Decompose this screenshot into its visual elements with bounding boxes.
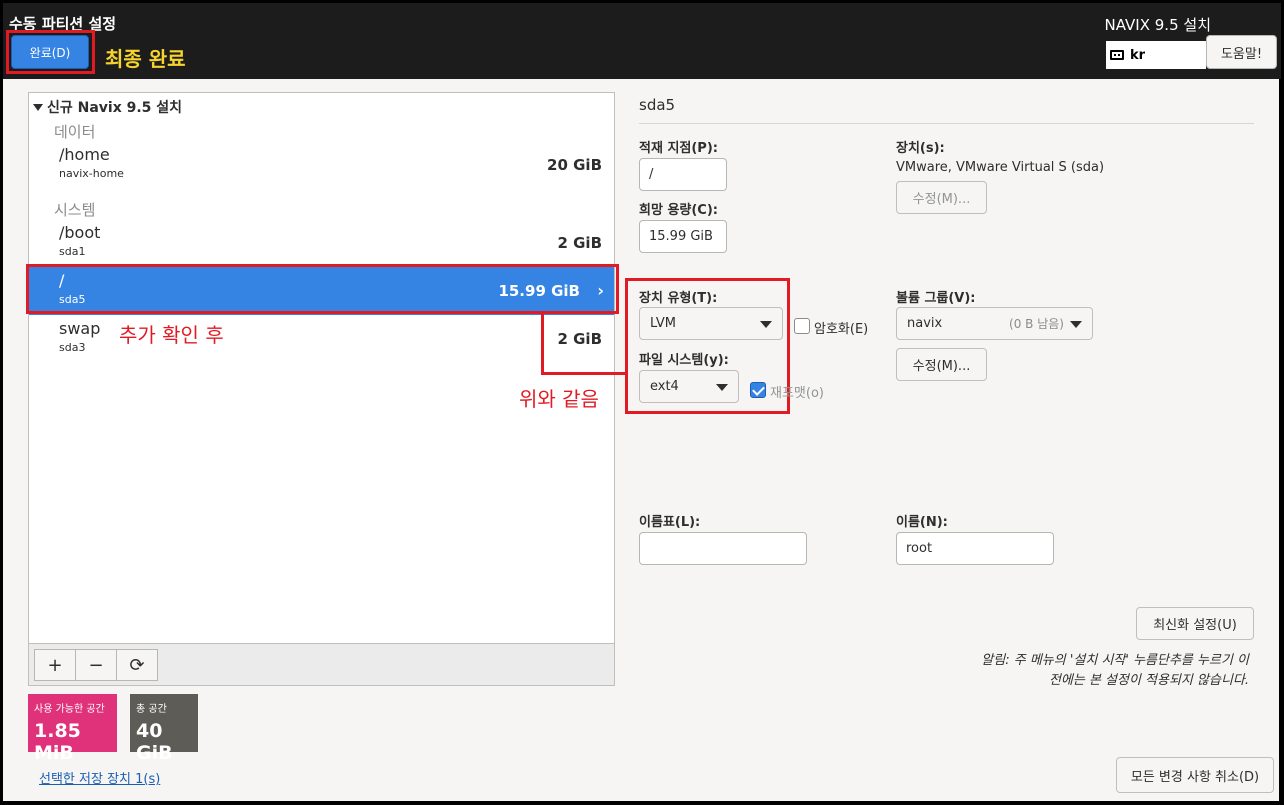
volume-group-modify-button[interactable]: 수정(M)... [896,348,987,381]
notice-line-2: 전에는 본 설정이 적용되지 않습니다. [1048,673,1249,688]
device-label: 장치(s): [896,141,945,156]
same-as-above-annotation: 위와 같음 [519,387,599,411]
keyboard-layout-label: kr [1130,47,1146,63]
dropdown-arrow-icon [1070,320,1082,328]
install-group-header[interactable]: 신규 Navix 9.5 설치 [33,97,182,117]
volume-group-free: (0 B 남음) [1009,317,1064,331]
mount-size: 2 GiB [557,330,602,348]
mount-point-label: 적재 지점(P): [639,141,718,156]
device-type-label: 장치 유형(T): [639,291,718,306]
update-settings-button[interactable]: 최신화 설정(U) [1136,607,1254,640]
divider [639,123,1254,124]
dropdown-arrow-icon [716,383,728,391]
mount-device: navix-home [59,167,124,180]
header-bar: 수동 파티션 설정 완료(D) 최종 완료 NAVIX 9.5 설치 kr 도움… [3,3,1281,79]
device-type-value: LVM [650,316,676,331]
annotation-line [541,372,627,375]
refresh-icon[interactable]: ⟳ [116,649,158,681]
file-system-label: 파일 시스템(y): [639,353,729,368]
encrypt-checkbox[interactable] [794,318,810,334]
after-add-annotation: 추가 확인 후 [119,323,224,347]
total-space-badge: 총 공간 40 GiB [130,694,198,764]
help-button[interactable]: 도움말! [1206,35,1277,69]
mount-name: swap [59,319,101,338]
mount-row-home[interactable]: /home navix-home 20 GiB [29,141,614,189]
device-modify-button[interactable]: 수정(M)... [896,181,987,214]
volume-group-value: navix [907,316,943,331]
remove-partition-button[interactable]: − [75,649,117,681]
device-value: VMware, VMware Virtual S (sda) [896,160,1105,175]
reset-all-button[interactable]: 모든 변경 사항 취소(D) [1116,757,1274,793]
desired-capacity-input[interactable]: 15.99 GiB [639,220,727,253]
encrypt-label: 암호화(E) [814,322,869,337]
install-group-title: 신규 Navix 9.5 설치 [47,100,183,116]
reformat-label: 재포맷(o) [770,386,824,401]
file-system-select[interactable]: ext4 [639,370,739,403]
expander-down-icon [33,103,43,111]
selected-row-highlight-box [26,264,619,314]
available-space-value: 1.85 MiB [34,720,81,764]
mount-size: 2 GiB [557,234,602,252]
done-highlight-box [6,30,95,74]
notice-line-1: 알림: 주 메뉴의 '설치 시작' 누름단추를 누르기 이 [981,653,1249,668]
mount-size: 20 GiB [547,156,602,174]
mount-device: sda3 [59,341,86,354]
available-space-badge: 사용 가능한 공간 1.85 MiB [28,694,117,764]
mount-name: /home [59,145,110,164]
final-complete-annotation: 최종 완료 [105,47,186,71]
mount-device: sda1 [59,245,86,258]
section-system-label: 시스템 [54,201,96,219]
mount-point-input[interactable]: / [639,158,727,191]
name-field-label: 이름(N): [896,515,948,530]
mount-row-swap[interactable]: swap sda3 2 GiB [29,315,614,363]
section-data-label: 데이터 [54,123,96,141]
add-partition-button[interactable]: + [34,649,76,681]
device-type-select[interactable]: LVM [639,307,783,340]
reformat-checkbox[interactable] [750,382,766,398]
mount-row-boot[interactable]: /boot sda1 2 GiB [29,219,614,267]
desired-capacity-label: 희망 용량(C): [639,203,718,218]
volume-group-select[interactable]: navix (0 B 남음) [896,307,1093,340]
dropdown-arrow-icon [760,320,772,328]
keyboard-icon [1110,50,1124,60]
mount-name: /boot [59,223,101,242]
selected-storage-link[interactable]: 선택한 저장 장치 1(s) [39,768,160,787]
label-field-label: 이름표(L): [639,515,701,530]
partition-toolbar: + − ⟳ [29,643,614,685]
total-space-label: 총 공간 [136,704,167,715]
label-input[interactable] [639,532,807,565]
installer-window: 수동 파티션 설정 완료(D) 최종 완료 NAVIX 9.5 설치 kr 도움… [2,2,1281,802]
partition-title: sda5 [639,96,676,114]
file-system-value: ext4 [650,379,679,394]
keyboard-layout-indicator[interactable]: kr [1106,41,1206,69]
name-input[interactable]: root [896,532,1054,565]
annotation-line [541,313,544,375]
install-title: NAVIX 9.5 설치 [1104,16,1211,34]
volume-group-label: 볼륨 그룹(V): [896,291,976,306]
available-space-label: 사용 가능한 공간 [34,704,105,715]
total-space-value: 40 GiB [136,720,173,764]
